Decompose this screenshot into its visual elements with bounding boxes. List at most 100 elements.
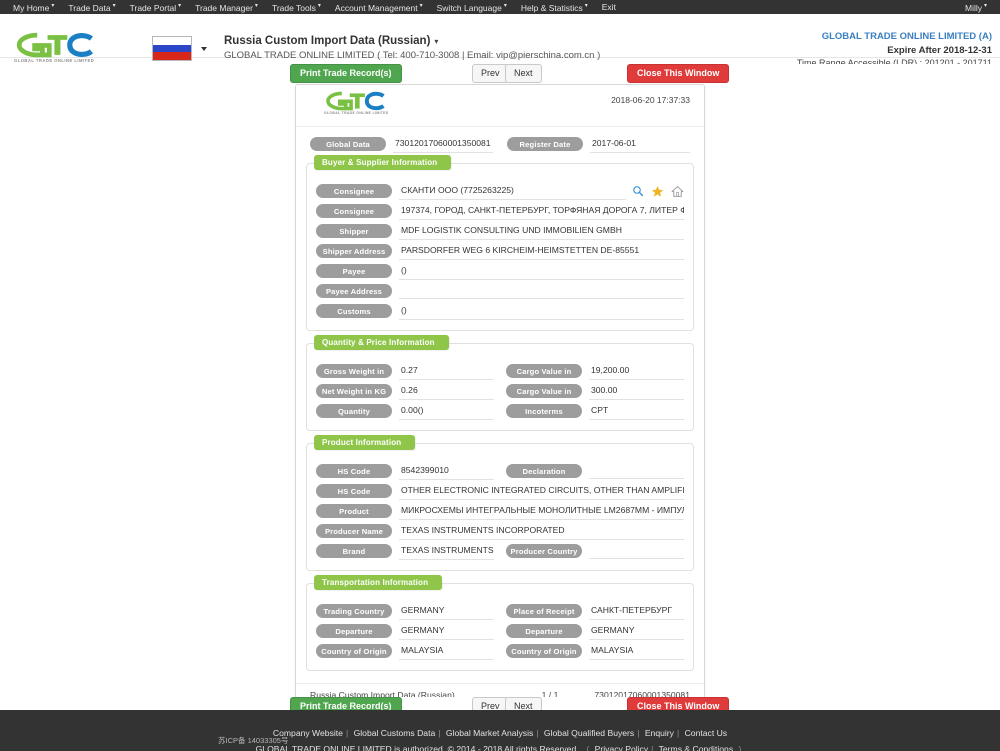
field-label: Cargo Value in <box>506 364 582 378</box>
country-flag-selector[interactable] <box>152 36 207 61</box>
section-title: Buyer & Supplier Information <box>314 155 452 170</box>
field-value: GERMANY <box>399 603 494 620</box>
close-window-button-top[interactable]: Close This Window <box>627 64 730 83</box>
next-button-top[interactable]: Next <box>505 64 542 83</box>
chevron-down-icon: ▾ <box>51 3 55 10</box>
record-timestamp: 2018-06-20 17:37:33 <box>611 95 690 105</box>
field-label: Trading Country <box>316 604 392 618</box>
field-label: Departure <box>506 624 582 638</box>
field-place-of-receipt: Place of Receipt САНКТ-ПЕТЕРБУРГ <box>506 601 684 621</box>
field-value <box>399 283 684 299</box>
footer-link-global-market-analysis[interactable]: Global Market Analysis <box>446 728 533 738</box>
print-trade-records-button-top[interactable]: Print Trade Record(s) <box>290 64 402 83</box>
field-declaration: Declaration <box>506 461 684 481</box>
nav-label: Trade Manager <box>195 2 253 13</box>
section-title: Transportation Information <box>314 575 443 590</box>
field-value: GERMANY <box>399 623 494 640</box>
footer-links: Company Website | Global Customs Data | Gl… <box>0 728 1000 738</box>
logo-subtitle: GLOBAL TRADE ONLINE LIMITED <box>14 58 95 63</box>
prev-button-top[interactable]: Prev <box>472 64 509 83</box>
footer-link-terms-conditions[interactable]: Terms & Conditions <box>659 744 734 751</box>
field-hs-code: HS Code 8542399010 <box>316 461 494 481</box>
field-label: Country of Origin <box>316 644 392 658</box>
section-buyer-supplier: Buyer & Supplier Information Consignee С… <box>306 155 694 331</box>
page-title[interactable]: Russia Custom Import Data (Russian) ▾ <box>224 35 438 47</box>
nav-item-trade-data[interactable]: Trade Data ▾ <box>61 0 122 15</box>
field-country-of-origin-2: Country of Origin MALAYSIA <box>506 641 684 661</box>
field-departure-2: Departure GERMANY <box>506 621 684 641</box>
footer-link-privacy-policy[interactable]: Privacy Policy <box>595 744 648 751</box>
field-value: 0.27 <box>399 363 494 380</box>
nav-item-switch-language[interactable]: Switch Language ▾ <box>430 0 514 15</box>
star-icon[interactable] <box>651 185 664 198</box>
footer-copyright-row: GLOBAL TRADE ONLINE LIMITED is authorize… <box>0 744 1000 751</box>
chevron-down-icon: ▾ <box>503 3 507 10</box>
gtc-logo[interactable] <box>14 32 100 58</box>
field-trading-country: Trading Country GERMANY <box>316 601 494 621</box>
nav-item-account-management[interactable]: Account Management ▾ <box>328 0 430 15</box>
section-product: Product Information HS Code 8542399010 D… <box>306 435 694 571</box>
row-departure: Departure GERMANY Departure GERMANY <box>316 621 684 641</box>
row-trading-country-place-receipt: Trading Country GERMANY Place of Receipt… <box>316 601 684 621</box>
field-label: Consignee <box>316 184 392 198</box>
russia-flag-icon <box>152 36 192 61</box>
field-label: Product <box>316 504 392 518</box>
field-label: Cargo Value in <box>506 384 582 398</box>
field-global-data: Global Data 73012017060001350081 <box>310 134 493 154</box>
field-label: Quantity <box>316 404 392 418</box>
account-expiry: Expire After 2018-12-31 <box>887 44 992 56</box>
nav-item-help-statistics[interactable]: Help & Statistics ▾ <box>514 0 595 15</box>
consignee-action-icons <box>632 185 684 198</box>
nav-item-trade-tools[interactable]: Trade Tools ▾ <box>265 0 328 15</box>
home-icon[interactable] <box>671 185 684 198</box>
field-label: Departure <box>316 624 392 638</box>
field-product: Product МИКРОСХЕМЫ ИНТЕГРАЛЬНЫЕ МОНОЛИТН… <box>316 501 684 521</box>
chevron-down-icon: ▾ <box>419 3 423 10</box>
nav-item-trade-manager[interactable]: Trade Manager ▾ <box>188 0 265 15</box>
nav-item-exit[interactable]: Exit <box>595 0 623 14</box>
separator: | <box>438 728 441 738</box>
section-title: Product Information <box>314 435 416 450</box>
nav-item-trade-portal[interactable]: Trade Portal ▾ <box>123 0 188 15</box>
nav-label: Exit <box>601 2 616 12</box>
toolbar-top: Print Trade Record(s) Prev Next Close Th… <box>0 64 1000 85</box>
company-contact-line: GLOBAL TRADE ONLINE LIMITED ( Tel: 400-7… <box>224 50 601 61</box>
field-producer-name: Producer Name TEXAS INSTRUMENTS INCORPOR… <box>316 521 684 541</box>
account-name[interactable]: GLOBAL TRADE ONLINE LIMITED (A) <box>797 30 992 44</box>
field-payee: Payee () <box>316 261 684 281</box>
field-value: 8542399010 <box>399 463 494 480</box>
field-shipper-address: Shipper Address PARSDORFER WEG 6 KIRCHEI… <box>316 241 684 261</box>
chevron-down-icon: ▾ <box>584 3 588 10</box>
field-cargo-value-1: Cargo Value in 19,200.00 <box>506 361 684 381</box>
row-brand-producer-country: Brand TEXAS INSTRUMENTS Producer Country <box>316 541 684 561</box>
field-value: () <box>399 263 684 280</box>
footer-link-enquiry[interactable]: Enquiry <box>645 728 674 738</box>
record-logo-subtitle: GLOBAL TRADE ONLINE LIMITED <box>324 111 389 115</box>
nav-item-user-menu[interactable]: Milly ▾ <box>958 0 994 15</box>
nav-label: Trade Portal <box>129 2 177 13</box>
footer-link-contact-us[interactable]: Contact Us <box>685 728 728 738</box>
field-brand: Brand TEXAS INSTRUMENTS <box>316 541 494 561</box>
nav-label: Switch Language <box>436 2 502 13</box>
field-register-date: Register Date 2017-06-01 <box>507 134 690 154</box>
field-value: TEXAS INSTRUMENTS INCORPORATED <box>399 523 684 540</box>
field-value: МИКРОСХЕМЫ ИНТЕГРАЛЬНЫЕ МОНОЛИТНЫЕ LM268… <box>399 503 684 520</box>
field-label: Payee <box>316 264 392 278</box>
field-label: Register Date <box>507 137 583 151</box>
nav-label: Trade Data <box>68 2 111 13</box>
field-consignee-address: Consignee 197374, ГОРОД, САНКТ-ПЕТЕРБУРГ… <box>316 201 684 221</box>
chevron-down-icon: ▾ <box>434 37 439 46</box>
footer-link-global-customs-data[interactable]: Global Customs Data <box>354 728 436 738</box>
field-value: MALAYSIA <box>399 643 494 660</box>
row-gross-weight-cargo-value: Gross Weight in 0.27 Cargo Value in 19,2… <box>316 361 684 381</box>
nav-item-my-home[interactable]: My Home ▾ <box>6 0 61 15</box>
field-label: Declaration <box>506 464 582 478</box>
field-label: HS Code <box>316 484 392 498</box>
field-value <box>589 463 684 479</box>
user-name-label: Milly <box>964 2 982 13</box>
search-icon[interactable] <box>632 185 644 197</box>
field-value: СКАНТИ ООО (7725263225) <box>399 183 626 200</box>
footer-link-company-website[interactable]: Company Website <box>273 728 343 738</box>
footer-link-global-qualified-buyers[interactable]: Global Qualified Buyers <box>544 728 634 738</box>
field-value: () <box>399 303 684 320</box>
